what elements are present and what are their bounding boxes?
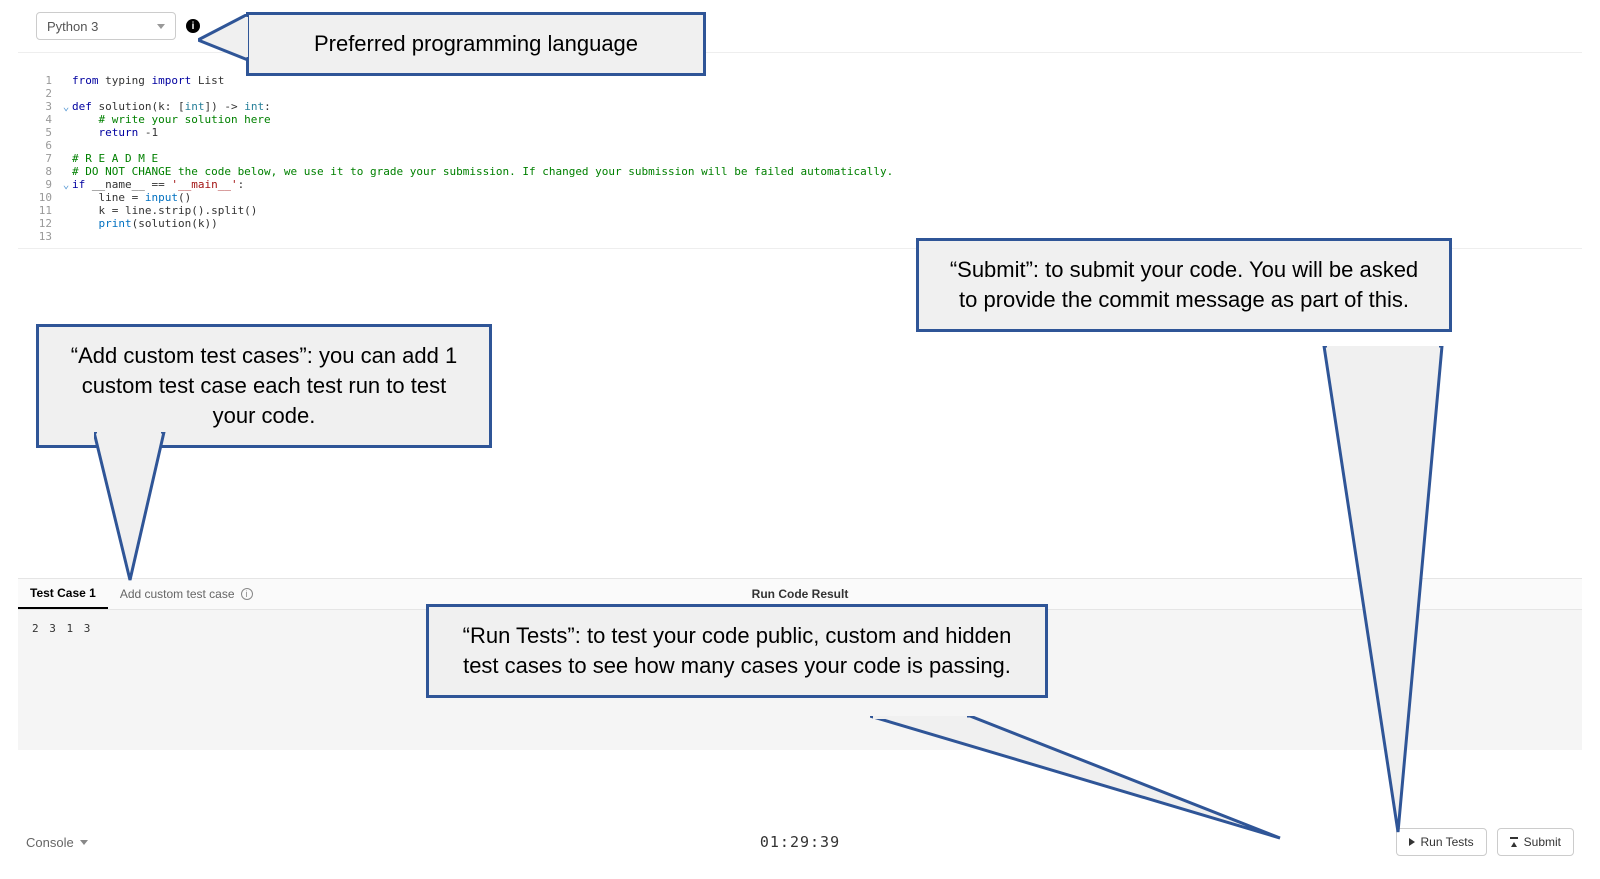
language-select[interactable]: Python 3 [36, 12, 176, 40]
fold-icon[interactable]: ⌄ [60, 100, 72, 113]
submit-button[interactable]: Submit [1497, 828, 1574, 856]
callout-language: Preferred programming language [246, 12, 706, 76]
callout-tail [870, 716, 1290, 846]
line-number: 13 [36, 230, 60, 243]
test-input-value[interactable]: 2 3 1 3 [32, 622, 92, 635]
callout-tail [1320, 346, 1450, 836]
line-number: 1 [36, 74, 60, 87]
upload-icon [1510, 837, 1518, 847]
chevron-down-icon [80, 840, 88, 845]
line-number: 5 [36, 126, 60, 139]
code-editor[interactable]: 1from typing import List 2 3⌄def solutio… [36, 74, 1582, 243]
line-number: 7 [36, 152, 60, 165]
language-label: Python 3 [47, 19, 98, 34]
info-icon: i [241, 588, 253, 600]
play-icon [1409, 838, 1415, 846]
line-number: 2 [36, 87, 60, 100]
line-number: 6 [36, 139, 60, 152]
tab-test-case-1[interactable]: Test Case 1 [18, 579, 108, 609]
line-number: 12 [36, 217, 60, 230]
line-number: 11 [36, 204, 60, 217]
run-code-result-label: Run Code Result [752, 587, 849, 601]
line-number: 3 [36, 100, 60, 113]
callout-tail [198, 14, 248, 72]
timer: 01:29:39 [760, 833, 840, 851]
chevron-down-icon [157, 24, 165, 29]
line-number: 8 [36, 165, 60, 178]
callout-add-test: “Add custom test cases”: you can add 1 c… [36, 324, 492, 448]
callout-run-tests: “Run Tests”: to test your code public, c… [426, 604, 1048, 698]
line-number: 4 [36, 113, 60, 126]
callout-submit: “Submit”: to submit your code. You will … [916, 238, 1452, 332]
callout-tail [94, 432, 184, 582]
line-number: 9 [36, 178, 60, 191]
fold-icon[interactable]: ⌄ [60, 178, 72, 191]
line-number: 10 [36, 191, 60, 204]
console-toggle[interactable]: Console [26, 835, 88, 850]
add-custom-test-case[interactable]: Add custom test case i [108, 587, 265, 601]
